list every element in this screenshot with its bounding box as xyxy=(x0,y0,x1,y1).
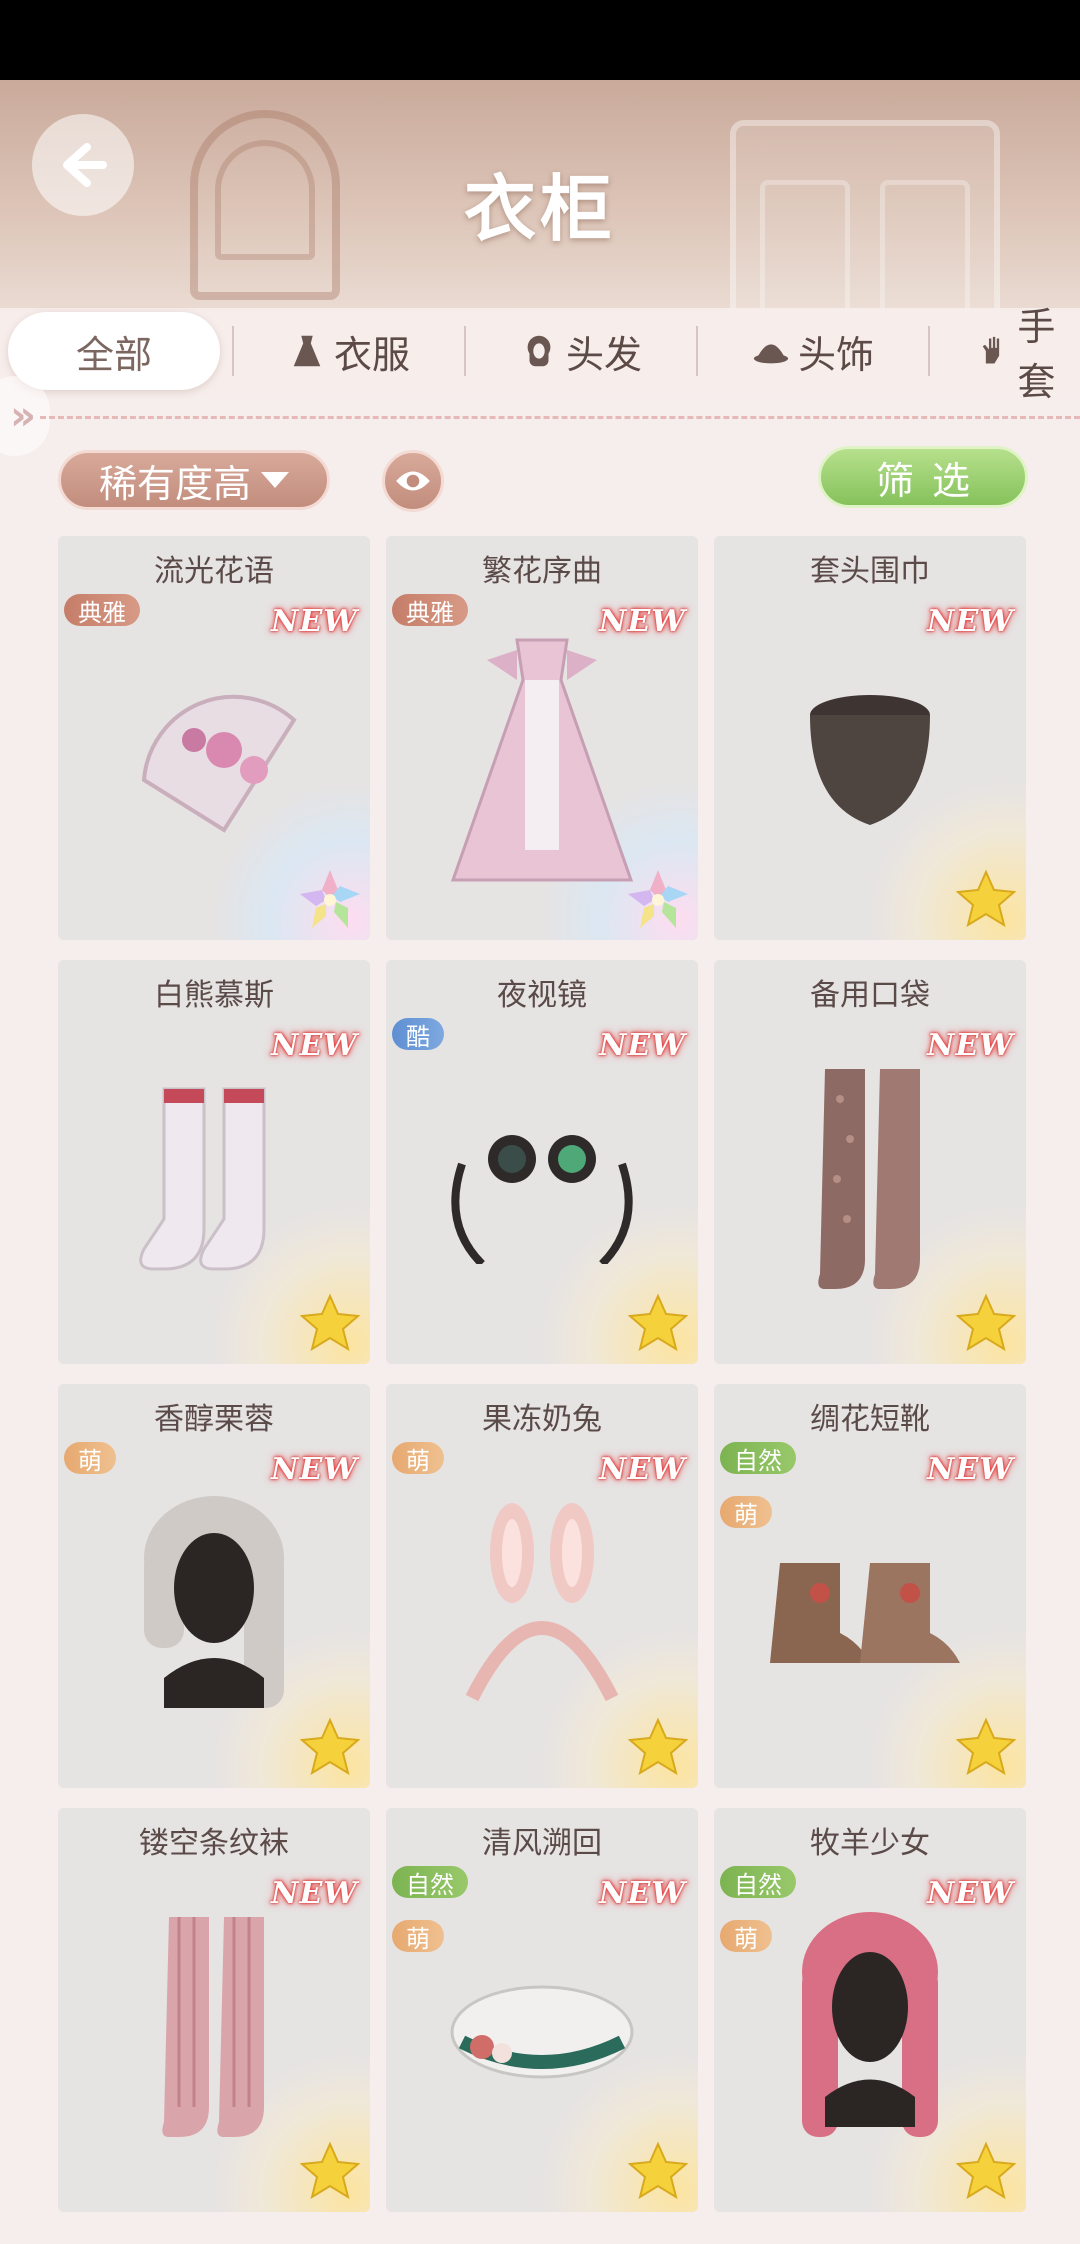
item-name: 牧羊少女 xyxy=(810,1826,930,1861)
item-name: 清风溯回 xyxy=(482,1826,602,1861)
style-tag: 酷 xyxy=(392,1018,444,1051)
sort-label: 稀有度高 xyxy=(98,461,251,506)
style-tag: 自然 xyxy=(392,1866,468,1899)
style-tag: 萌 xyxy=(720,1920,772,1953)
wardrobe-item-card[interactable]: 夜视镜 NEW 酷 xyxy=(386,960,698,1364)
dress-icon xyxy=(293,335,321,367)
item-name: 白熊慕斯 xyxy=(154,978,274,1013)
wardrobe-item-card[interactable]: 流光花语 NEW 典雅 xyxy=(58,536,370,940)
tab-label: 衣服 xyxy=(333,332,410,377)
divider xyxy=(40,416,1080,419)
new-badge: NEW xyxy=(927,1452,1014,1487)
style-tag: 萌 xyxy=(392,1442,444,1475)
new-badge: NEW xyxy=(927,1876,1014,1911)
new-badge: NEW xyxy=(271,1876,358,1911)
category-tabs: 全部 衣服 头发 头饰 手套 xyxy=(0,305,1080,404)
item-name: 套头围巾 xyxy=(810,554,930,589)
item-name: 备用口袋 xyxy=(810,978,930,1013)
page-title: 衣柜 xyxy=(463,166,616,251)
style-tag: 典雅 xyxy=(64,594,140,627)
item-name: 夜视镜 xyxy=(497,978,587,1013)
tab-headwear[interactable]: 头饰 xyxy=(698,312,928,390)
preview-toggle-button[interactable] xyxy=(382,450,444,512)
sort-dropdown[interactable]: 稀有度高 xyxy=(58,450,330,510)
wardrobe-item-card[interactable]: 清风溯回 NEW 自然萌 xyxy=(386,1808,698,2212)
eye-icon xyxy=(396,471,430,491)
wardrobe-item-card[interactable]: 套头围巾 NEW xyxy=(714,536,1026,940)
bunny-headband-icon xyxy=(442,1498,642,1722)
style-tag: 自然 xyxy=(720,1442,796,1475)
glove-icon xyxy=(982,336,1000,364)
gold-star-icon xyxy=(954,1292,1018,1356)
new-badge: NEW xyxy=(271,1028,358,1063)
filter-button[interactable]: 筛选 xyxy=(818,446,1028,508)
rainbow-star-icon xyxy=(626,868,690,932)
boots-icon xyxy=(750,1523,990,1697)
wardrobe-item-card[interactable]: 白熊慕斯 NEW xyxy=(58,960,370,1364)
item-name: 香醇栗蓉 xyxy=(154,1402,274,1437)
gold-star-icon xyxy=(626,1716,690,1780)
scarf-icon xyxy=(785,675,955,849)
caret-down-icon xyxy=(261,472,289,488)
tab-label: 头饰 xyxy=(797,332,874,377)
wardrobe-item-card[interactable]: 果冻奶兔 NEW 萌 xyxy=(386,1384,698,1788)
wardrobe-item-card[interactable]: 备用口袋 NEW xyxy=(714,960,1026,1364)
new-badge: NEW xyxy=(599,1028,686,1063)
style-tag: 萌 xyxy=(392,1920,444,1953)
gold-star-icon xyxy=(298,2140,362,2204)
wardrobe-item-card[interactable]: 镂空条纹袜 NEW xyxy=(58,1808,370,2212)
new-badge: NEW xyxy=(271,604,358,639)
gold-star-icon xyxy=(954,2140,1018,2204)
tab-clothes[interactable]: 衣服 xyxy=(234,312,464,390)
wardrobe-item-card[interactable]: 繁花序曲 NEW 典雅 xyxy=(386,536,698,940)
tab-label: 头发 xyxy=(565,332,642,377)
item-name: 果冻奶兔 xyxy=(482,1402,602,1437)
item-name: 繁花序曲 xyxy=(482,554,602,589)
new-badge: NEW xyxy=(927,604,1014,639)
tab-all[interactable]: 全部 xyxy=(8,312,220,390)
gold-star-icon xyxy=(954,1716,1018,1780)
hair-icon xyxy=(114,1478,314,1742)
goggles-icon xyxy=(432,1104,652,1268)
fan-icon xyxy=(114,660,314,864)
rainbow-star-icon xyxy=(298,868,362,932)
style-tag: 典雅 xyxy=(392,594,468,627)
filter-label: 筛选 xyxy=(875,458,988,503)
gold-star-icon xyxy=(626,2140,690,2204)
gold-star-icon xyxy=(626,1292,690,1356)
tab-label: 全部 xyxy=(75,332,152,377)
style-tag: 自然 xyxy=(720,1866,796,1899)
stockings-icon xyxy=(785,1059,955,1313)
item-name: 镂空条纹袜 xyxy=(139,1826,289,1861)
hat-icon xyxy=(753,344,789,364)
style-tag: 萌 xyxy=(720,1496,772,1529)
item-name: 绸花短靴 xyxy=(810,1402,930,1437)
new-badge: NEW xyxy=(599,1876,686,1911)
gold-star-icon xyxy=(298,1292,362,1356)
double-chevron-right-icon: » xyxy=(10,393,36,439)
new-badge: NEW xyxy=(271,1452,358,1487)
tab-hair[interactable]: 头发 xyxy=(466,312,696,390)
new-badge: NEW xyxy=(599,1452,686,1487)
tab-label: 手套 xyxy=(1017,305,1056,404)
wardrobe-item-card[interactable]: 牧羊少女 NEW 自然萌 xyxy=(714,1808,1026,2212)
wardrobe-item-card[interactable]: 香醇栗蓉 NEW 萌 xyxy=(58,1384,370,1788)
item-name: 流光花语 xyxy=(154,554,274,589)
style-tag: 萌 xyxy=(64,1442,116,1475)
status-bar xyxy=(0,0,1080,80)
socks-icon xyxy=(124,1069,304,1303)
beret-icon xyxy=(432,1947,652,2121)
gold-star-icon xyxy=(954,868,1018,932)
striped-socks-icon xyxy=(129,1907,299,2161)
dress-icon xyxy=(447,630,637,894)
wardrobe-item-card[interactable]: 绸花短靴 NEW 自然萌 xyxy=(714,1384,1026,1788)
new-badge: NEW xyxy=(927,1028,1014,1063)
pink-hair-icon xyxy=(770,1897,970,2171)
hair-icon xyxy=(527,335,551,367)
tab-gloves[interactable]: 手套 xyxy=(930,305,1080,404)
new-badge: NEW xyxy=(599,604,686,639)
gold-star-icon xyxy=(298,1716,362,1780)
